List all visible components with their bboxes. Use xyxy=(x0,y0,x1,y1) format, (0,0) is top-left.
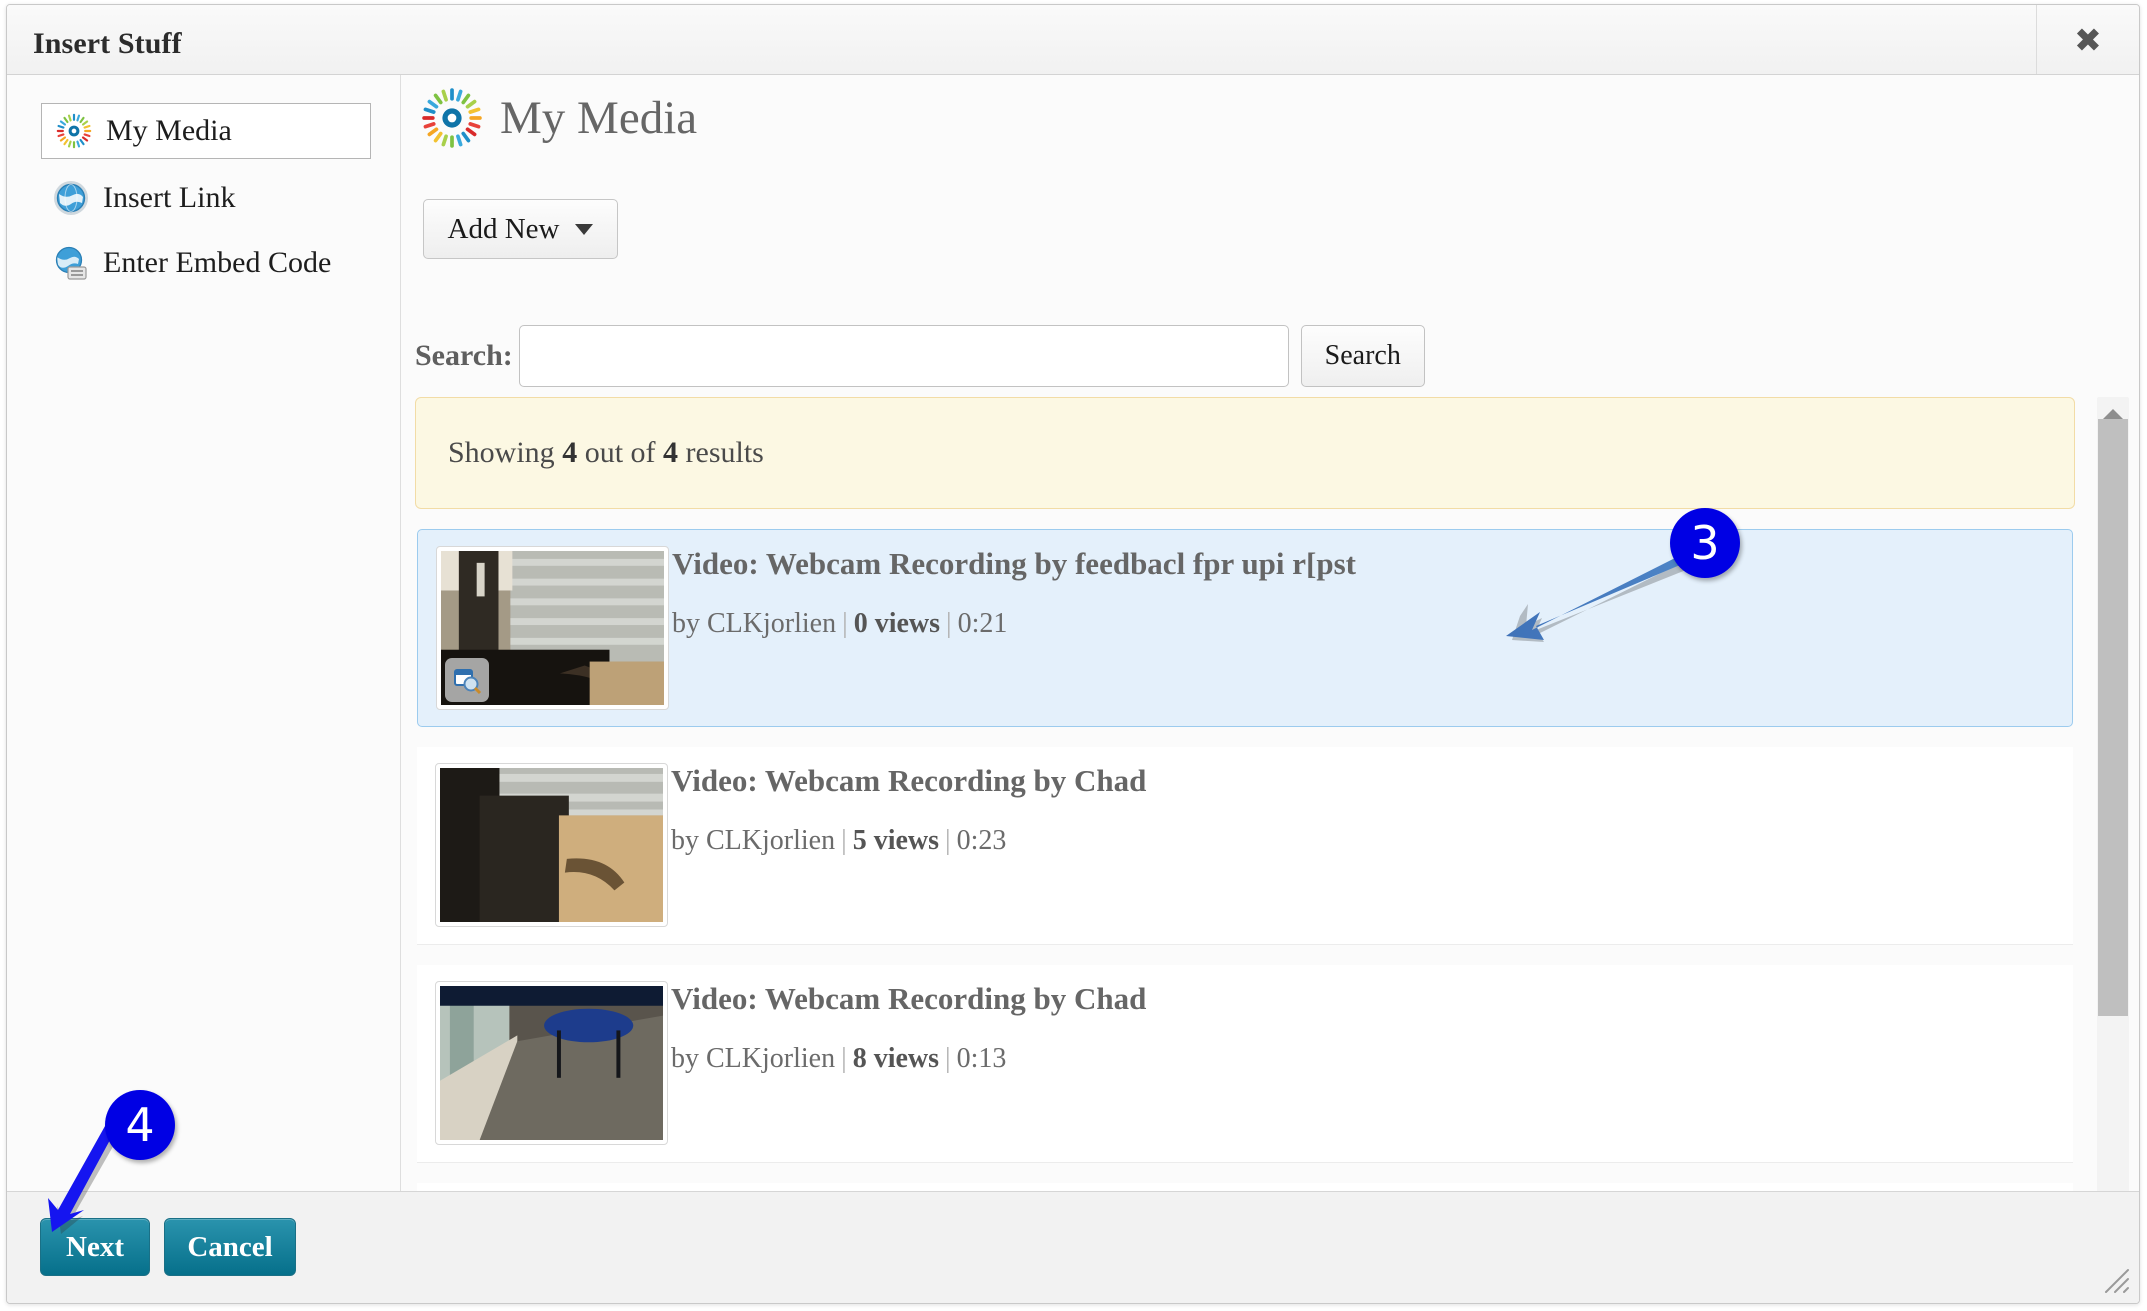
count-suffix: results xyxy=(678,436,764,469)
thumbnail-image xyxy=(440,768,663,922)
thumbnail-image xyxy=(440,986,663,1140)
chevron-down-icon xyxy=(575,223,594,235)
scrollbar-thumb[interactable] xyxy=(2098,419,2128,1016)
sidebar-item-my-media[interactable]: My Media xyxy=(41,103,371,159)
search-input[interactable] xyxy=(518,325,1289,387)
item-title: Video: Webcam Recording by feedbacl fpr … xyxy=(672,546,1356,581)
sidebar-item-enter-embed-code[interactable]: Enter Embed Code xyxy=(53,235,331,291)
meta-separator: | xyxy=(841,825,847,856)
item-author: CLKjorlien xyxy=(706,1043,836,1074)
list-item[interactable]: Video: Webcam Recording by Chad by CLKjo… xyxy=(417,747,2073,945)
sidebar-item-insert-link[interactable]: Insert Link xyxy=(53,170,235,226)
add-new-label: Add New xyxy=(447,212,560,245)
sidebar-item-label: Enter Embed Code xyxy=(103,246,332,279)
item-duration: 0:21 xyxy=(957,608,1008,639)
meta-separator: | xyxy=(945,825,951,856)
resize-grip-icon[interactable] xyxy=(2102,1266,2132,1296)
item-meta: by CLKjorlien | 8 views | 0:13 xyxy=(671,1043,1006,1075)
sidebar-item-label: My Media xyxy=(106,114,232,147)
page-title-text: My Media xyxy=(500,92,698,144)
item-author: CLKjorlien xyxy=(707,608,837,639)
item-views: 8 views xyxy=(852,1043,940,1074)
thumbnail xyxy=(436,546,669,710)
preview-icon[interactable] xyxy=(445,658,489,702)
item-title: Video: Webcam Recording by Chad xyxy=(671,981,1147,1016)
insert-stuff-dialog: Insert Stuff ✖ My Media Insert Link Ente… xyxy=(6,4,2140,1304)
item-views: 5 views xyxy=(852,825,940,856)
thumbnail xyxy=(435,763,668,927)
close-button[interactable]: ✖ xyxy=(2036,5,2139,74)
screenshot-root: Insert Stuff ✖ My Media Insert Link Ente… xyxy=(0,0,2147,1311)
search-label: Search: xyxy=(415,339,513,372)
by-label: by xyxy=(672,608,707,639)
list-item[interactable]: Video: Webcam Recording by Chad by CLKjo… xyxy=(417,965,2073,1163)
results-count-text: Showing 4 out of 4 results xyxy=(448,436,764,470)
sidebar-item-label: Insert Link xyxy=(103,181,236,214)
search-row: Search: Search xyxy=(415,325,1425,387)
annotation-callout-3: 3 xyxy=(1670,508,1740,578)
meta-separator: | xyxy=(841,1043,847,1074)
results-count-alert: Showing 4 out of 4 results xyxy=(415,397,2075,509)
dialog-body: My Media Insert Link Enter Embed Code My… xyxy=(7,75,2139,1245)
sidebar: My Media Insert Link Enter Embed Code xyxy=(7,75,401,1194)
meta-separator: | xyxy=(842,608,848,639)
kaltura-sunburst-icon xyxy=(56,113,92,149)
add-new-button[interactable]: Add New xyxy=(423,199,618,259)
main-panel: My Media Add New Search: Search Showing … xyxy=(401,75,2139,1245)
globe-icon xyxy=(53,180,89,216)
count-middle: out of xyxy=(577,436,664,469)
count-total: 4 xyxy=(663,436,679,469)
meta-separator: | xyxy=(945,1043,951,1074)
results-scroll-region: Showing 4 out of 4 results Video: Webcam… xyxy=(415,397,2087,1245)
item-duration: 0:23 xyxy=(956,825,1007,856)
kaltura-sunburst-icon xyxy=(421,87,483,149)
item-duration: 0:13 xyxy=(956,1043,1007,1074)
dialog-footer: Next Cancel xyxy=(7,1191,2139,1303)
dialog-titlebar: Insert Stuff ✖ xyxy=(7,5,2139,75)
page-title: My Media xyxy=(421,87,697,149)
search-button[interactable]: Search xyxy=(1300,325,1425,387)
thumbnail xyxy=(435,981,668,1145)
dialog-title: Insert Stuff xyxy=(33,27,182,60)
cancel-button[interactable]: Cancel xyxy=(164,1218,296,1276)
close-icon: ✖ xyxy=(2074,20,2102,59)
item-author: CLKjorlien xyxy=(706,825,836,856)
globe-embed-icon xyxy=(53,245,89,281)
meta-separator: | xyxy=(946,608,952,639)
count-shown: 4 xyxy=(562,436,578,469)
results-scrollbar[interactable] xyxy=(2097,397,2129,1245)
item-meta: by CLKjorlien | 0 views | 0:21 xyxy=(672,608,1007,640)
thumbnail-image xyxy=(441,551,664,705)
list-item[interactable]: Video: Webcam Recording by feedbacl fpr … xyxy=(417,529,2073,727)
annotation-callout-4: 4 xyxy=(105,1090,175,1160)
by-label: by xyxy=(671,1043,706,1074)
chevron-up-icon xyxy=(2102,408,2124,420)
count-prefix: Showing xyxy=(448,436,563,469)
by-label: by xyxy=(671,825,706,856)
item-title: Video: Webcam Recording by Chad xyxy=(671,763,1147,798)
item-meta: by CLKjorlien | 5 views | 0:23 xyxy=(671,825,1006,857)
item-views: 0 views xyxy=(853,608,941,639)
next-button[interactable]: Next xyxy=(40,1218,150,1276)
